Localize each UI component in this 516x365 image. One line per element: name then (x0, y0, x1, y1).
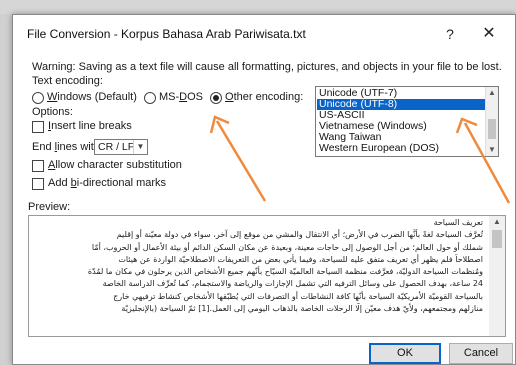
arrow-shaft (215, 120, 267, 202)
file-conversion-dialog: File Conversion - Korpus Bahasa Arab Par… (12, 14, 516, 365)
title-bar: File Conversion - Korpus Bahasa Arab Par… (13, 15, 515, 53)
insert-line-breaks-label[interactable]: Insert line breaks (48, 120, 132, 132)
preview-line: تعريف السياحة (433, 218, 483, 227)
help-button[interactable]: ? (439, 23, 461, 45)
radio-windows-default[interactable] (32, 92, 44, 104)
preview-line: ومُنظمات السياحة الدوليّة، فعرَّفت منظمة… (87, 267, 483, 277)
preview-line: تُعرَّف السياحة لغةً بأنَّها الضرب في ال… (116, 230, 483, 240)
chevron-down-icon[interactable]: ▼ (133, 140, 147, 154)
end-lines-value: CR / LF (98, 141, 135, 153)
radio-other-encoding[interactable] (210, 92, 222, 104)
scroll-thumb[interactable] (492, 230, 502, 248)
annotation-arrow-left (209, 115, 267, 202)
preview-label: Preview: (28, 201, 71, 213)
end-lines-select[interactable]: CR / LF ▼ (94, 139, 148, 155)
allow-substitution-checkbox[interactable] (32, 160, 44, 172)
warning-text: Warning: Saving as a text file will caus… (32, 61, 502, 73)
annotation-arrow-right (455, 117, 511, 204)
radio-windows-label[interactable]: Windows (Default) (47, 91, 137, 103)
preview-line: اصطلاحاً فلم يظهر أي تعريف متفق عليه للس… (118, 254, 483, 264)
preview-pane[interactable]: تعريف السياحة تُعرَّف السياحة لغةً بأنَّ… (28, 215, 506, 337)
preview-line: 24 ساعة، بهدف الحصول على وسائل الترفيه ا… (102, 279, 483, 289)
background-document-strip (0, 0, 516, 14)
radio-other-encoding-label[interactable]: Other encoding: (225, 91, 303, 103)
options-label: Options: (32, 106, 73, 118)
ok-button[interactable]: OK (369, 343, 441, 364)
radio-ms-dos-label[interactable]: MS-DOS (159, 91, 203, 103)
radio-ms-dos[interactable] (144, 92, 156, 104)
scroll-up-icon[interactable]: ▲ (486, 87, 498, 99)
bidi-marks-label[interactable]: Add bi-directional marks (48, 177, 166, 189)
arrow-shaft (463, 122, 511, 204)
preview-line: بالسياحة القوميّة الأمريكيّة السياحة بأن… (113, 291, 483, 301)
close-button[interactable]: ✕ (478, 23, 500, 45)
preview-line: شملك أو حول العالم؛ من أجل الوصول إلى حا… (91, 242, 483, 252)
dialog-title: File Conversion - Korpus Bahasa Arab Par… (27, 27, 306, 41)
background-document (0, 14, 12, 365)
cancel-button[interactable]: Cancel (449, 343, 513, 364)
scroll-up-icon[interactable]: ▲ (491, 216, 503, 228)
text-encoding-label: Text encoding: (32, 75, 103, 87)
allow-substitution-label[interactable]: Allow character substitution (48, 159, 182, 171)
preview-scrollbar[interactable]: ▲ (489, 216, 505, 336)
insert-line-breaks-checkbox[interactable] (32, 121, 44, 133)
preview-text: تعريف السياحة تُعرَّف السياحة لغةً بأنَّ… (29, 216, 489, 336)
end-lines-label: End lines with: (32, 141, 103, 153)
bidi-marks-checkbox[interactable] (32, 178, 44, 190)
preview-line: منازلهم ومجتمعهم، ولأيّ هدف معيّن إلّا ا… (121, 304, 483, 314)
